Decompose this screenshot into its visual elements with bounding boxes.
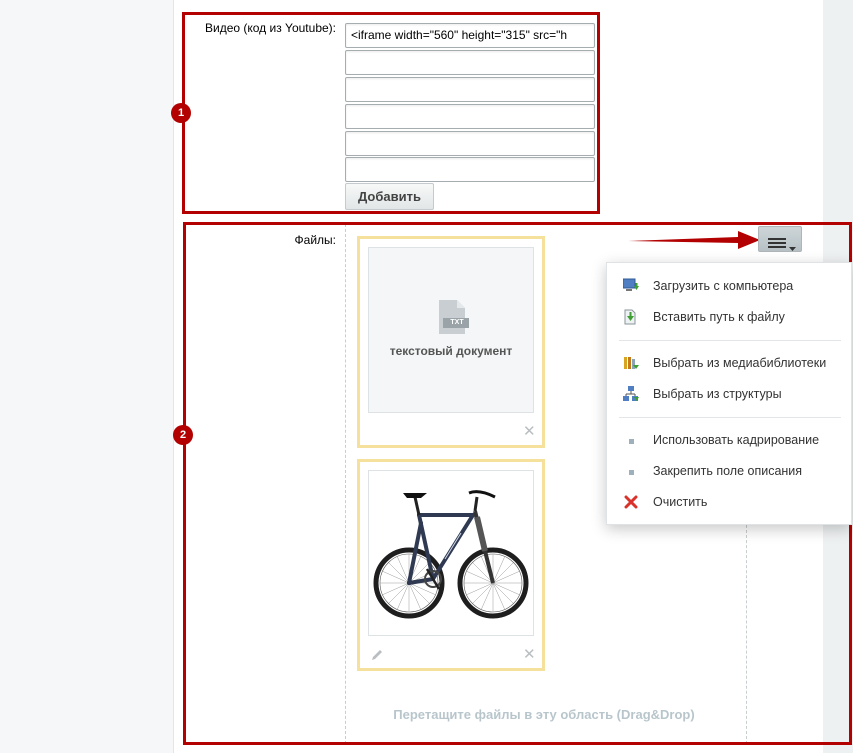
clear-icon — [623, 494, 639, 510]
menu-item-clear[interactable]: Очистить — [607, 490, 851, 514]
structure-icon — [623, 386, 639, 402]
menu-item-file-path[interactable]: Вставить путь к файлу — [607, 305, 851, 329]
menu-item-pin-description[interactable]: Закрепить поле описания — [607, 459, 851, 483]
computer-upload-icon — [622, 278, 639, 294]
file-menu-popup: Загрузить с компьютера Вставить путь к ф… — [606, 262, 852, 525]
annotation-arrow — [628, 231, 760, 249]
menu-separator — [619, 340, 841, 341]
bullet-icon — [623, 432, 639, 448]
file-path-icon — [623, 309, 639, 325]
media-library-icon — [623, 355, 639, 371]
annotation-box-1 — [182, 12, 600, 214]
hamburger-icon — [768, 235, 786, 253]
menu-item-media-library[interactable]: Выбрать из медиабиблиотеки — [607, 351, 851, 375]
menu-item-structure[interactable]: Выбрать из структуры — [607, 382, 851, 406]
bullet-icon — [623, 463, 639, 479]
menu-separator — [619, 417, 841, 418]
menu-item-cropping[interactable]: Использовать кадрирование — [607, 428, 851, 452]
chevron-down-icon — [789, 238, 796, 256]
menu-item-upload[interactable]: Загрузить с компьютера — [607, 274, 851, 298]
file-menu-button[interactable] — [758, 226, 802, 252]
annotation-badge-1: 1 — [171, 103, 191, 123]
annotation-badge-2: 2 — [173, 425, 193, 445]
